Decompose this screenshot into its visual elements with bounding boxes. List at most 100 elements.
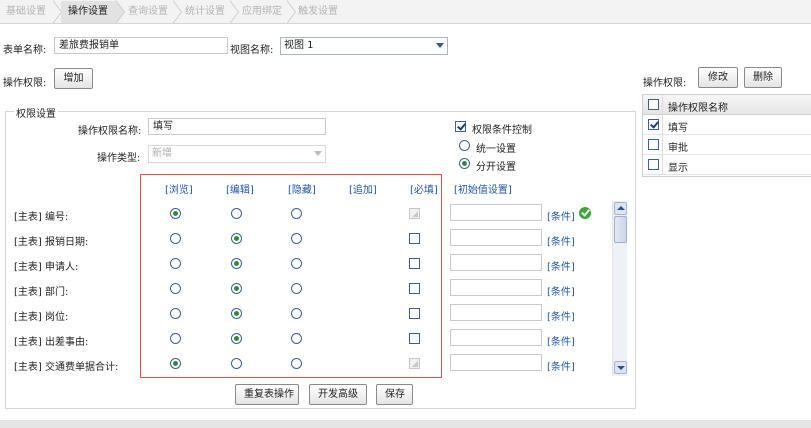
field-label: [主表] 出差事由: [14, 337, 89, 348]
table-name-field[interactable]: 差旅费报销单 [54, 37, 228, 54]
permission-list-table: 操作权限名称 填写 审批 显示 [642, 94, 811, 177]
op-name-field[interactable]: 填写 [148, 118, 326, 135]
view-name-value: 视图 1 [284, 40, 314, 51]
edit-radio[interactable] [231, 358, 242, 369]
condition-link[interactable]: [条件] [547, 333, 575, 348]
permission-item-label: 填写 [668, 123, 688, 134]
condition-link[interactable]: [条件] [547, 283, 575, 298]
field-label: [主表] 申请人: [14, 262, 79, 273]
op-type-label: 操作类型: [97, 153, 141, 164]
step-basic[interactable]: 基础设置 [0, 1, 52, 23]
select-all-checkbox[interactable] [648, 99, 659, 110]
required-checkbox[interactable] [409, 283, 420, 294]
permission-list-item[interactable]: 审批 [643, 135, 811, 155]
hide-radio[interactable] [291, 333, 302, 344]
edit-radio[interactable] [231, 283, 242, 294]
modify-button[interactable]: 修改 [698, 67, 738, 88]
column-divider [662, 95, 663, 115]
separate-setting-label: 分开设置 [476, 162, 516, 173]
hide-radio[interactable] [291, 308, 302, 319]
condition-link[interactable]: [条件] [547, 208, 575, 223]
advanced-button[interactable]: 开发高级 [309, 384, 367, 405]
permission-item-checkbox[interactable] [648, 119, 659, 130]
required-checkbox [409, 208, 420, 219]
scroll-down-icon[interactable] [614, 361, 627, 374]
hide-radio[interactable] [291, 208, 302, 219]
separate-setting-radio[interactable] [459, 158, 470, 169]
permission-item-label: 显示 [668, 163, 688, 174]
initial-value-field[interactable] [450, 279, 542, 296]
hide-radio[interactable] [291, 283, 302, 294]
browse-radio[interactable] [170, 358, 181, 369]
unified-setting-label: 统一设置 [476, 144, 516, 155]
step-tabs: 基础设置 操作设置 查询设置 统计设置 应用绑定 触发设置 [0, 0, 811, 24]
step-operation[interactable]: 操作设置 [61, 1, 115, 23]
browse-radio[interactable] [170, 283, 181, 294]
required-checkbox[interactable] [409, 258, 420, 269]
browse-radio[interactable] [170, 258, 181, 269]
edit-radio[interactable] [231, 208, 242, 219]
scroll-thumb[interactable] [614, 216, 627, 243]
field-label: [主表] 部门: [14, 287, 69, 298]
required-checkbox[interactable] [409, 333, 420, 344]
edit-radio[interactable] [231, 333, 242, 344]
step-stats[interactable]: 统计设置 [181, 1, 229, 23]
field-label: [主表] 岗位: [14, 312, 69, 323]
permission-grid-highlight [140, 174, 442, 378]
unified-setting-radio[interactable] [459, 140, 470, 151]
required-checkbox[interactable] [409, 233, 420, 244]
condition-link[interactable]: [条件] [547, 308, 575, 323]
table-name-label: 表单名称: [3, 45, 47, 56]
hide-radio[interactable] [291, 358, 302, 369]
initial-value-field[interactable] [450, 304, 542, 321]
permission-settings-legend: 权限设置 [14, 105, 58, 120]
delete-button[interactable]: 删除 [744, 67, 782, 88]
hide-radio[interactable] [291, 258, 302, 269]
view-name-select[interactable]: 视图 1 [280, 37, 448, 55]
save-button[interactable]: 保存 [376, 384, 413, 405]
permission-item-label: 审批 [668, 143, 688, 154]
condition-control-checkbox[interactable] [455, 121, 466, 132]
initial-value-field[interactable] [450, 229, 542, 246]
field-label: [主表] 报销日期: [14, 237, 89, 248]
condition-control-label: 权限条件控制 [472, 125, 532, 136]
initial-value-field[interactable] [450, 254, 542, 271]
condition-link[interactable]: [条件] [547, 258, 575, 273]
edit-radio[interactable] [231, 258, 242, 269]
condition-link[interactable]: [条件] [547, 233, 575, 248]
condition-link[interactable]: [条件] [547, 358, 575, 373]
permission-name-header: 操作权限名称 [668, 103, 728, 114]
add-permission-button[interactable]: 增加 [54, 68, 93, 89]
browse-radio[interactable] [170, 233, 181, 244]
scroll-up-icon[interactable] [614, 202, 627, 215]
browse-radio[interactable] [170, 308, 181, 319]
hide-radio[interactable] [291, 233, 302, 244]
step-binding[interactable]: 应用绑定 [238, 1, 286, 23]
edit-radio[interactable] [231, 233, 242, 244]
browse-radio[interactable] [170, 208, 181, 219]
permission-list-item[interactable]: 填写 [643, 115, 811, 135]
permission-list-item[interactable]: 显示 [643, 155, 811, 175]
initial-value-field[interactable] [450, 329, 542, 346]
permission-item-checkbox[interactable] [648, 159, 659, 170]
column-divider [662, 115, 663, 135]
op-type-select[interactable]: 新增 [148, 145, 326, 163]
column-initial-value[interactable]: [初始值设置] [454, 181, 512, 196]
op-name-label: 操作权限名称: [78, 126, 142, 137]
initial-value-field[interactable] [450, 204, 542, 221]
step-query[interactable]: 查询设置 [124, 1, 172, 23]
field-list-scrollbar[interactable] [612, 201, 627, 376]
chevron-down-icon [436, 41, 445, 50]
chevron-down-icon [314, 149, 323, 158]
browse-radio[interactable] [170, 333, 181, 344]
initial-value-field[interactable] [450, 354, 542, 371]
required-checkbox[interactable] [409, 308, 420, 319]
repeat-table-button[interactable]: 重复表操作 [235, 384, 299, 405]
edit-radio[interactable] [231, 308, 242, 319]
step-trigger[interactable]: 触发设置 [293, 1, 343, 23]
permission-item-checkbox[interactable] [648, 139, 659, 150]
check-circle-icon [579, 207, 591, 219]
column-divider [662, 135, 663, 155]
permission-list-header: 操作权限名称 [643, 95, 811, 115]
field-label: [主表] 编号: [14, 212, 69, 223]
